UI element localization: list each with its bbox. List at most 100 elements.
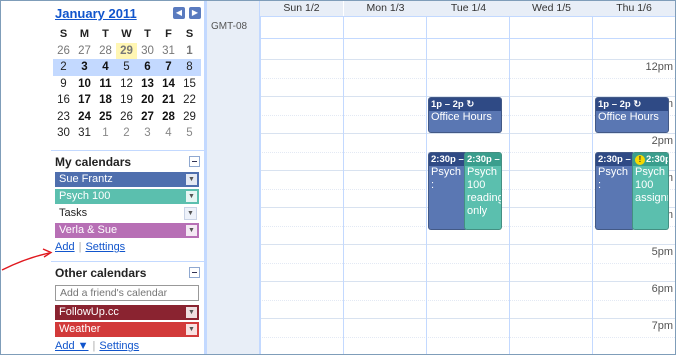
chevron-down-icon[interactable]: ▼ — [186, 174, 197, 185]
mini-calendar-day[interactable]: 2 — [116, 125, 137, 142]
time-gutter — [207, 1, 260, 354]
calendar-item-label: Weather — [59, 323, 101, 335]
calendar-item-sue-frantz[interactable]: Sue Frantz ▼ — [55, 172, 199, 187]
my-calendars-heading[interactable]: My calendars — [55, 155, 131, 169]
chevron-down-icon[interactable]: ▼ — [186, 307, 197, 318]
half-hour-line — [260, 263, 675, 264]
other-calendars-heading[interactable]: Other calendars — [55, 266, 146, 280]
mini-calendar-day[interactable]: 1 — [179, 43, 200, 60]
event-psych[interactable]: 2:30p – Psych : — [595, 152, 635, 230]
mini-calendar-day[interactable]: 22 — [179, 92, 200, 109]
mini-calendar-month[interactable]: January 2011 — [55, 6, 137, 21]
mini-calendar-week: 9 10 11 12 13 14 15 — [53, 76, 201, 93]
mini-calendar-day[interactable]: 26 — [53, 43, 74, 60]
calendar-item-label: Sue Frantz — [59, 173, 113, 185]
mini-calendar-day[interactable]: 28 — [95, 43, 116, 60]
mini-calendar-day[interactable]: 5 — [179, 125, 200, 142]
calendar-item-label: Verla & Sue — [59, 224, 118, 236]
weekday-label: T — [144, 28, 151, 40]
mini-calendar-day[interactable]: 31 — [74, 125, 95, 142]
mini-calendar-day[interactable]: 19 — [116, 92, 137, 109]
chevron-down-icon[interactable]: ▼ — [184, 207, 197, 220]
mini-calendar-day[interactable]: 23 — [53, 109, 74, 126]
all-day-row[interactable] — [260, 16, 675, 39]
mini-calendar-week: 23 24 25 26 27 28 29 — [53, 109, 201, 126]
mini-calendar-day[interactable]: 30 — [137, 43, 158, 60]
mini-calendar-day[interactable]: 13 — [137, 76, 158, 93]
chevron-down-icon[interactable]: ▼ — [186, 225, 197, 236]
mini-calendar-day[interactable]: 15 — [179, 76, 200, 93]
mini-calendar-day[interactable]: 18 — [95, 92, 116, 109]
mini-calendar-day[interactable]: 26 — [116, 109, 137, 126]
event-time: 2:30p – — [596, 153, 634, 166]
day-header[interactable]: Wed 1/5 — [510, 1, 593, 16]
mini-calendar-day[interactable]: 10 — [74, 76, 95, 93]
mini-calendar-day-today[interactable]: 29 — [116, 42, 137, 59]
calendar-item-psych-100[interactable]: Psych 100 ▼ — [55, 189, 199, 204]
add-friend-calendar-input[interactable] — [55, 285, 199, 301]
repeat-icon: ↻ — [466, 99, 475, 110]
mini-calendar-day[interactable]: 24 — [74, 109, 95, 126]
calendar-item-label: FollowUp.cc — [59, 306, 119, 318]
mini-calendar-day[interactable]: 12 — [116, 76, 137, 93]
mini-calendar-day[interactable]: 2 — [53, 59, 74, 76]
calendar-item-followup[interactable]: FollowUp.cc ▼ — [55, 305, 199, 320]
left-sidebar: January 2011 ◀ ▶ S M T W T F S 26 27 28 … — [1, 1, 206, 354]
mini-calendar-day[interactable]: 20 — [137, 92, 158, 109]
mini-calendar-day[interactable]: 3 — [74, 59, 95, 76]
collapse-my-calendars-icon[interactable] — [189, 156, 200, 167]
add-other-calendar-link[interactable]: Add ▼ — [55, 340, 89, 352]
add-calendar-link[interactable]: Add — [55, 241, 75, 253]
chevron-down-icon[interactable]: ▼ — [186, 191, 197, 202]
mini-calendar-day[interactable]: 27 — [137, 109, 158, 126]
time-label: 2pm — [651, 135, 673, 147]
mini-calendar-day[interactable]: 3 — [137, 125, 158, 142]
mini-calendar-weekdays: S M T W T F S — [53, 26, 201, 43]
divider — [51, 150, 205, 151]
mini-calendar-day[interactable]: 16 — [53, 92, 74, 109]
mini-calendar-day[interactable]: 1 — [95, 125, 116, 142]
day-header[interactable]: Thu 1/6 — [593, 1, 675, 16]
calendar-item-label: Psych 100 — [59, 190, 111, 202]
next-month-button[interactable]: ▶ — [189, 7, 201, 19]
event-psych-100-assignment[interactable]: !2:30p Psych 100 assignment — [632, 152, 669, 230]
mini-calendar-day[interactable]: 25 — [95, 109, 116, 126]
settings-link[interactable]: Settings — [85, 241, 125, 253]
mini-calendar-day[interactable]: 6 — [137, 59, 158, 76]
mini-calendar-day[interactable]: 21 — [158, 92, 179, 109]
mini-calendar-day[interactable]: 7 — [158, 59, 179, 76]
day-header[interactable]: Mon 1/3 — [344, 1, 427, 16]
mini-calendar-day[interactable]: 27 — [74, 43, 95, 60]
collapse-other-calendars-icon[interactable] — [189, 267, 200, 278]
mini-calendar-day[interactable]: 28 — [158, 109, 179, 126]
calendar-app: January 2011 ◀ ▶ S M T W T F S 26 27 28 … — [0, 0, 676, 355]
day-column-divider — [343, 16, 344, 354]
mini-calendar-day[interactable]: 5 — [116, 59, 137, 76]
prev-month-button[interactable]: ◀ — [173, 7, 185, 19]
calendar-item-weather[interactable]: Weather ▼ — [55, 322, 199, 337]
day-column-divider — [592, 16, 593, 354]
divider — [51, 261, 205, 262]
mini-calendar-day[interactable]: 17 — [74, 92, 95, 109]
mini-calendar-header: January 2011 ◀ ▶ — [55, 6, 205, 22]
mini-calendar-day[interactable]: 29 — [179, 109, 200, 126]
mini-calendar-day[interactable]: 11 — [95, 76, 116, 93]
mini-calendar-day[interactable]: 31 — [158, 43, 179, 60]
event-office-hours[interactable]: 1p – 2p ↻ Office Hours — [595, 97, 669, 133]
event-psych-100-reading[interactable]: 2:30p – Psych 100 reading only — [464, 152, 502, 230]
mini-calendar-day[interactable]: 4 — [95, 59, 116, 76]
time-label: 12pm — [645, 61, 673, 73]
day-header[interactable]: Tue 1/4 — [427, 1, 510, 16]
day-header[interactable]: Sun 1/2 — [260, 1, 343, 16]
calendar-item-tasks[interactable]: Tasks ▼ — [55, 206, 199, 221]
calendar-item-verla-sue[interactable]: Verla & Sue ▼ — [55, 223, 199, 238]
mini-calendar-day[interactable]: 4 — [158, 125, 179, 142]
event-office-hours[interactable]: 1p – 2p ↻ Office Hours — [428, 97, 502, 133]
event-psych[interactable]: 2:30p – Psych : — [428, 152, 468, 230]
other-settings-link[interactable]: Settings — [99, 340, 139, 352]
mini-calendar-day[interactable]: 30 — [53, 125, 74, 142]
mini-calendar-day[interactable]: 8 — [179, 59, 200, 76]
mini-calendar-day[interactable]: 14 — [158, 76, 179, 93]
chevron-down-icon[interactable]: ▼ — [186, 324, 197, 335]
mini-calendar-day[interactable]: 9 — [53, 76, 74, 93]
